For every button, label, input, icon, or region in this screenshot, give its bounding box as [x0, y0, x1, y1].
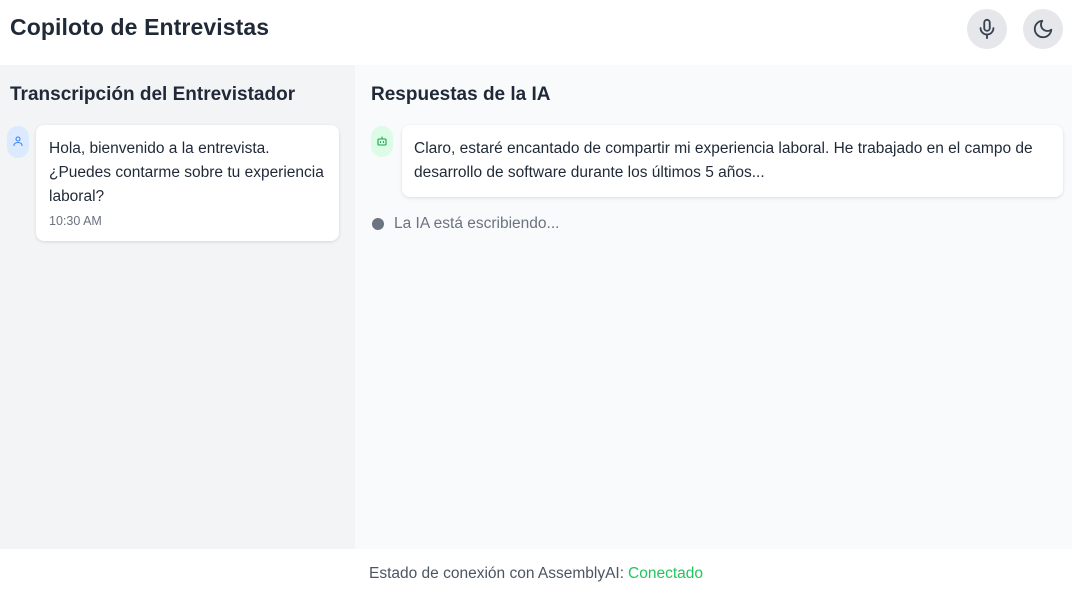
ai-message-text: Claro, estaré encantado de compartir mi … — [414, 140, 1033, 181]
connection-status-value: Conectado — [628, 565, 704, 582]
microphone-icon — [979, 18, 995, 40]
moon-icon — [1033, 19, 1053, 39]
connection-status-bar: Estado de conexión con AssemblyAI: Conec… — [0, 549, 1072, 599]
interviewer-message: Hola, bienvenido a la entrevista. ¿Puede… — [36, 125, 339, 241]
interviewer-transcript-panel: Transcripción del Entrevistador Hola, bi… — [0, 65, 355, 549]
microphone-button[interactable] — [967, 9, 1007, 49]
header: Copiloto de Entrevistas — [0, 0, 1072, 65]
interviewer-avatar — [7, 126, 29, 158]
message-timestamp: 10:30 AM — [49, 214, 102, 228]
theme-toggle-button[interactable] — [1023, 9, 1063, 49]
bot-icon — [377, 136, 387, 146]
ai-avatar — [371, 126, 393, 157]
user-icon — [13, 136, 23, 147]
ai-panel-title: Respuestas de la IA — [371, 84, 551, 105]
interviewer-message-text: Hola, bienvenido a la entrevista. ¿Puede… — [49, 140, 324, 205]
typing-dot-icon — [372, 218, 384, 230]
typing-text: La IA está escribiendo... — [394, 215, 560, 232]
ai-message: Claro, estaré encantado de compartir mi … — [402, 125, 1063, 197]
ai-responses-panel: Respuestas de la IA Claro, estaré encant… — [355, 65, 1072, 549]
ai-typing-indicator: La IA está escribiendo... — [372, 215, 559, 233]
app-title: Copiloto de Entrevistas — [10, 14, 270, 40]
app-root: Copiloto de Entrevistas Transcripción de… — [0, 0, 1072, 599]
interviewer-panel-title: Transcripción del Entrevistador — [10, 84, 296, 105]
connection-status-label: Estado de conexión con AssemblyAI: — [368, 565, 625, 582]
